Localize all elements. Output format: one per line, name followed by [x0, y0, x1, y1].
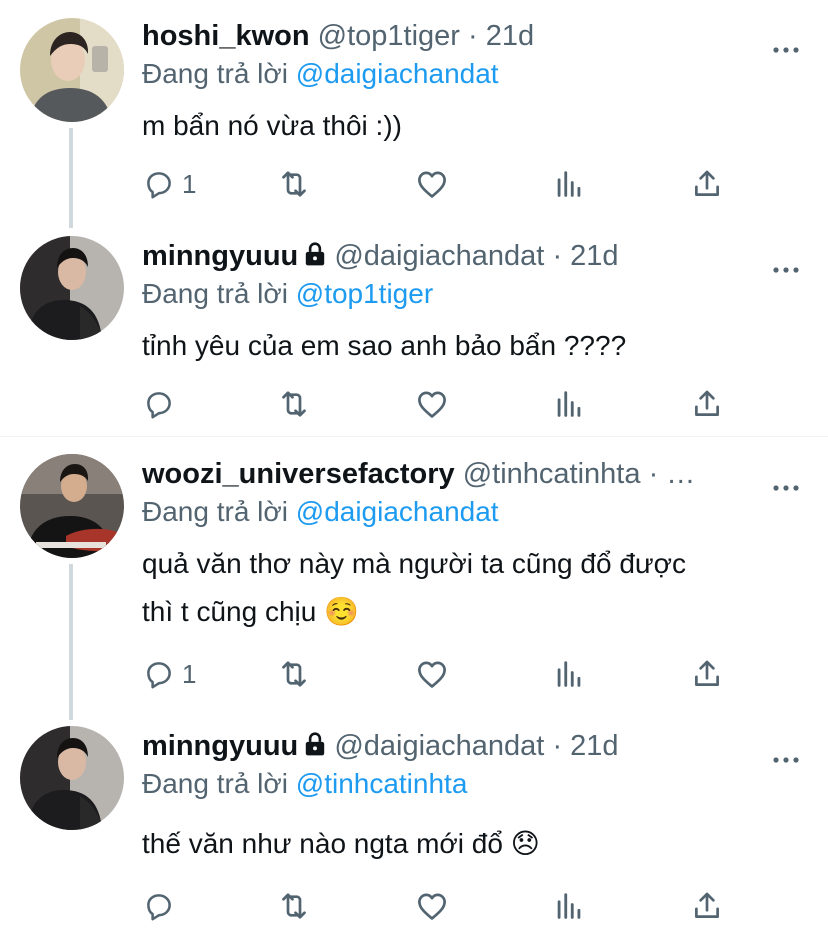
retweet-button[interactable]: [276, 654, 312, 694]
reply-icon: [142, 167, 176, 201]
share-button[interactable]: [690, 164, 724, 204]
reply-count: 1: [182, 168, 197, 199]
tweet-header: hoshi_kwon @top1tiger · 21d: [142, 16, 738, 56]
avatar[interactable]: [20, 236, 124, 340]
retweet-button[interactable]: [276, 886, 312, 926]
share-icon: [690, 889, 724, 923]
separator-dot: ·: [552, 730, 563, 762]
lock-icon: [304, 241, 326, 267]
reply-button[interactable]: [142, 384, 182, 424]
mention-link[interactable]: @top1tiger: [296, 278, 433, 309]
display-name[interactable]: woozi_universefactory: [142, 458, 455, 490]
tweet-actions: [142, 886, 742, 926]
tweet[interactable]: minngyuuu @daigiachandat · 21d Đang trả …: [0, 726, 828, 926]
separator-dot: ·: [468, 20, 478, 52]
separator-dot: ·: [552, 240, 563, 272]
tweet-actions: [142, 384, 742, 424]
display-name[interactable]: minngyuuu: [142, 240, 298, 272]
analytics-icon: [552, 889, 586, 923]
reply-icon: [142, 889, 176, 923]
replying-to-label: Đang trả lời: [142, 496, 288, 527]
mention-link[interactable]: @daigiachandat: [296, 496, 499, 527]
tweet-text-line: quả văn thơ này mà người ta cũng đổ được: [142, 548, 686, 579]
timestamp[interactable]: …: [666, 458, 695, 490]
tweet-text: tỉnh yêu của em sao anh bảo bẩn ????: [142, 330, 627, 361]
like-button[interactable]: [414, 164, 450, 204]
tweet-text-line: thì t cũng chịu ☺️: [142, 596, 359, 627]
tweet-text: m bẩn nó vừa thôi :)): [142, 110, 402, 141]
tweet[interactable]: hoshi_kwon @top1tiger · 21d Đang trả lời…: [0, 16, 828, 216]
mention-link[interactable]: @tinhcatinhta: [296, 768, 468, 799]
share-icon: [690, 167, 724, 201]
thread-divider: [0, 436, 828, 437]
reply-icon: [142, 387, 176, 421]
share-button[interactable]: [690, 384, 724, 424]
like-button[interactable]: [414, 654, 450, 694]
retweet-icon: [276, 386, 312, 422]
reply-button[interactable]: 1: [142, 164, 196, 204]
share-icon: [690, 387, 724, 421]
share-button[interactable]: [690, 886, 724, 926]
retweet-icon: [276, 888, 312, 924]
like-icon: [414, 656, 450, 692]
tweet-header: minngyuuu @daigiachandat · 21d: [142, 236, 738, 276]
user-handle[interactable]: @daigiachandat: [334, 730, 544, 762]
tweet-text: quả văn thơ này mà người ta cũng đổ được…: [142, 540, 788, 636]
retweet-button[interactable]: [276, 384, 312, 424]
more-icon[interactable]: [772, 30, 800, 70]
analytics-icon: [552, 167, 586, 201]
replying-to: Đang trả lời @daigiachandat: [142, 492, 499, 532]
user-handle[interactable]: @daigiachandat: [334, 240, 544, 272]
timestamp[interactable]: 21d: [486, 20, 534, 52]
user-handle[interactable]: @tinhcatinhta: [463, 458, 641, 490]
analytics-button[interactable]: [552, 164, 586, 204]
reply-button[interactable]: 1: [142, 654, 196, 694]
analytics-icon: [552, 387, 586, 421]
more-icon[interactable]: [772, 468, 800, 508]
reply-button[interactable]: [142, 886, 182, 926]
more-icon[interactable]: [772, 740, 800, 780]
like-icon: [414, 166, 450, 202]
replying-to: Đang trả lời @daigiachandat: [142, 54, 499, 94]
retweet-button[interactable]: [276, 164, 312, 204]
like-icon: [414, 888, 450, 924]
like-button[interactable]: [414, 384, 450, 424]
analytics-button[interactable]: [552, 654, 586, 694]
mention-link[interactable]: @daigiachandat: [296, 58, 499, 89]
tweet-actions: 1: [142, 654, 742, 694]
tweet-header: minngyuuu @daigiachandat · 21d: [142, 726, 738, 766]
separator-dot: ·: [648, 458, 659, 490]
tweet-text: thế văn như nào ngta mới đổ 😞: [142, 828, 540, 859]
timestamp[interactable]: 21d: [570, 730, 618, 762]
timestamp[interactable]: 21d: [570, 240, 618, 272]
analytics-button[interactable]: [552, 886, 586, 926]
avatar[interactable]: [20, 726, 124, 830]
reply-icon: [142, 657, 176, 691]
analytics-button[interactable]: [552, 384, 586, 424]
like-icon: [414, 386, 450, 422]
replying-to-label: Đang trả lời: [142, 278, 288, 309]
tweet-header: woozi_universefactory @tinhcatinhta · …: [142, 454, 738, 494]
replying-to: Đang trả lời @top1tiger: [142, 274, 433, 314]
share-icon: [690, 657, 724, 691]
like-button[interactable]: [414, 886, 450, 926]
analytics-icon: [552, 657, 586, 691]
avatar[interactable]: [20, 454, 124, 558]
display-name[interactable]: hoshi_kwon: [142, 20, 310, 52]
share-button[interactable]: [690, 654, 724, 694]
reply-count: 1: [182, 658, 197, 689]
replying-to-label: Đang trả lời: [142, 58, 288, 89]
tweet-actions: 1: [142, 164, 742, 204]
lock-icon: [304, 731, 326, 757]
retweet-icon: [276, 656, 312, 692]
replying-to: Đang trả lời @tinhcatinhta: [142, 764, 467, 804]
display-name[interactable]: minngyuuu: [142, 730, 298, 762]
retweet-icon: [276, 166, 312, 202]
avatar[interactable]: [20, 18, 124, 122]
tweet[interactable]: minngyuuu @daigiachandat · 21d Đang trả …: [0, 236, 828, 426]
replying-to-label: Đang trả lời: [142, 768, 288, 799]
tweet[interactable]: woozi_universefactory @tinhcatinhta · … …: [0, 454, 828, 704]
more-icon[interactable]: [772, 250, 800, 290]
user-handle[interactable]: @top1tiger: [318, 20, 460, 52]
